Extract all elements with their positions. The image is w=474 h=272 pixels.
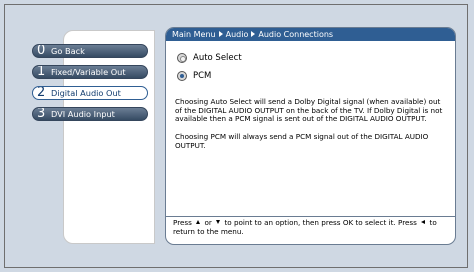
help-footer: Press or to point to an option, then pre… [173,218,449,236]
option-description: Choosing Auto Select will send a Dolby D… [175,97,447,160]
menu-item-label: DVI Audio Input [51,109,115,119]
breadcrumb-audio: Audio [225,30,249,39]
menu-item-label: Fixed/Variable Out [51,67,126,77]
footer-divider [166,216,455,217]
option-pcm[interactable]: PCM [177,70,242,88]
audio-connections-panel: Main Menu Audio Audio Connections Auto Sel… [165,27,456,245]
menu-item-label: Digital Audio Out [51,88,121,98]
menu-item-number: 0 [37,44,46,58]
down-arrow-icon [216,220,221,224]
option-auto-select[interactable]: Auto Select [177,52,242,70]
menu-item-number: 2 [37,86,46,100]
radio-unselected-icon[interactable] [177,53,187,63]
menu-item-dvi-audio-input[interactable]: 3 DVI Audio Input [32,107,148,121]
menu-item-fixed-variable-out[interactable]: 1 Fixed/Variable Out [32,65,148,79]
breadcrumb-audio-connections: Audio Connections [258,30,334,39]
breadcrumb-main-menu: Main Menu [172,30,216,39]
footer-text: to point to an option, then press OK to … [224,218,417,227]
menu-item-number: 1 [37,65,46,79]
menu-column-background [63,30,155,244]
description-paragraph: Choosing Auto Select will send a Dolby D… [175,97,443,124]
menu-item-digital-audio-out[interactable]: 2 Digital Audio Out [32,86,148,100]
audio-output-options: Auto Select PCM [177,52,242,88]
option-label: Auto Select [193,53,242,63]
breadcrumb-arrow-icon [218,31,223,37]
breadcrumb-arrow-icon [251,31,256,37]
menu-item-go-back[interactable]: 0 Go Back [32,44,148,58]
radio-selected-icon[interactable] [177,71,187,81]
option-label: PCM [193,71,212,81]
menu-item-number: 3 [37,107,46,121]
up-arrow-icon [196,220,201,224]
description-paragraph: Choosing PCM will always send a PCM sign… [175,132,429,150]
breadcrumb: Main Menu Audio Audio Connections [166,28,455,41]
tv-screen: 0 Go Back 1 Fixed/Variable Out 2 Digital… [0,0,474,272]
left-arrow-icon [421,220,426,224]
menu-item-label: Go Back [51,46,85,56]
